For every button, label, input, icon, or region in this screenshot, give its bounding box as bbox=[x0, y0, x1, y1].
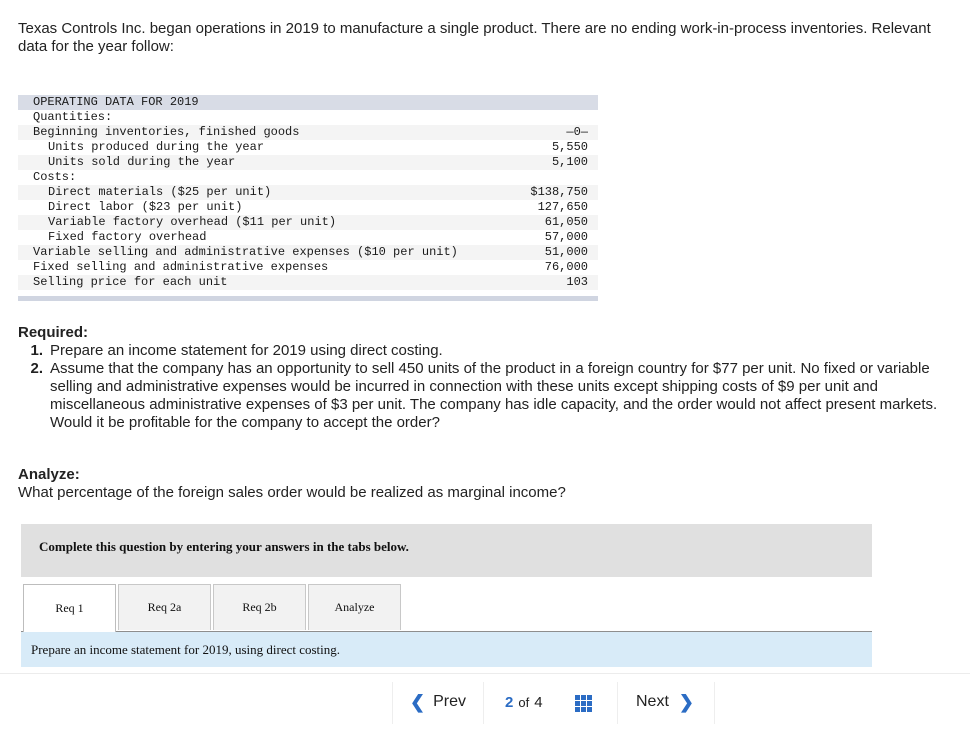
pager: ❮ Prev 2 of 4 Next ❯ bbox=[0, 680, 970, 724]
table-row: Variable selling and administrative expe… bbox=[18, 245, 598, 260]
row-value: 61,050 bbox=[468, 215, 598, 230]
tab-req-2a[interactable]: Req 2a bbox=[118, 584, 211, 630]
row-label: Quantities: bbox=[18, 110, 468, 125]
tab-analyze[interactable]: Analyze bbox=[308, 584, 401, 630]
table-row: Direct materials ($25 per unit) $138,750 bbox=[18, 185, 598, 200]
row-label: Fixed factory overhead bbox=[18, 230, 468, 245]
table-row: Units sold during the year 5,100 bbox=[18, 155, 598, 170]
table-row: Fixed selling and administrative expense… bbox=[18, 260, 598, 275]
table-row: Direct labor ($23 per unit) 127,650 bbox=[18, 200, 598, 215]
row-label: Beginning inventories, finished goods bbox=[18, 125, 468, 140]
table-row: Units produced during the year 5,550 bbox=[18, 140, 598, 155]
table-row: Quantities: bbox=[18, 110, 598, 125]
table-header: OPERATING DATA FOR 2019 bbox=[18, 95, 468, 110]
next-label: Next bbox=[636, 693, 669, 710]
operating-data-table: OPERATING DATA FOR 2019 Quantities: Begin… bbox=[18, 95, 598, 290]
table-header-row: OPERATING DATA FOR 2019 bbox=[18, 95, 598, 110]
total-pages: 4 bbox=[534, 693, 543, 711]
answer-tabs: Req 1 Req 2a Req 2b Analyze bbox=[21, 584, 872, 633]
pager-divider bbox=[0, 673, 970, 674]
row-label: Variable selling and administrative expe… bbox=[18, 245, 468, 260]
required-title: Required: bbox=[18, 324, 89, 341]
row-value bbox=[468, 110, 598, 125]
analyze-question: What percentage of the foreign sales ord… bbox=[18, 484, 566, 501]
of-label: of bbox=[518, 694, 530, 710]
row-value: 57,000 bbox=[468, 230, 598, 245]
tab-description: Prepare an income statement for 2019, us… bbox=[31, 642, 341, 657]
page-indicator[interactable]: 2 of 4 bbox=[505, 680, 543, 724]
required-item-number: 1. bbox=[30, 342, 43, 359]
required-item-2: 2. Assume that the company has an opport… bbox=[18, 360, 958, 432]
prev-button[interactable]: ❮ Prev bbox=[410, 680, 466, 724]
required-item-text: Prepare an income statement for 2019 usi… bbox=[50, 342, 443, 359]
row-value: 5,550 bbox=[468, 140, 598, 155]
pager-separator bbox=[483, 682, 484, 724]
analyze-section: Analyze: What percentage of the foreign … bbox=[18, 466, 918, 502]
row-value: —0— bbox=[468, 125, 598, 140]
table-row: Beginning inventories, finished goods —0— bbox=[18, 125, 598, 140]
chevron-right-icon: ❯ bbox=[678, 691, 694, 712]
table-row: Variable factory overhead ($11 per unit)… bbox=[18, 215, 598, 230]
instruction-text: Complete this question by entering your … bbox=[39, 539, 409, 554]
required-item-text: Assume that the company has an opportuni… bbox=[50, 360, 938, 431]
required-item-1: 1. Prepare an income statement for 2019 … bbox=[18, 342, 958, 360]
required-section: Required: 1. Prepare an income statement… bbox=[18, 324, 958, 432]
row-value: 127,650 bbox=[468, 200, 598, 215]
row-value: 51,000 bbox=[468, 245, 598, 260]
row-label: Direct labor ($23 per unit) bbox=[18, 200, 468, 215]
prev-label: Prev bbox=[433, 693, 466, 710]
row-value: 76,000 bbox=[468, 260, 598, 275]
pager-separator bbox=[714, 682, 715, 724]
tab-req-1[interactable]: Req 1 bbox=[23, 584, 116, 632]
required-item-number: 2. bbox=[30, 360, 43, 377]
problem-intro: Texas Controls Inc. began operations in … bbox=[18, 20, 931, 55]
row-value: 103 bbox=[468, 275, 598, 290]
row-label: Variable factory overhead ($11 per unit) bbox=[18, 215, 468, 230]
chevron-left-icon: ❮ bbox=[410, 691, 426, 712]
row-label: Units sold during the year bbox=[18, 155, 468, 170]
row-label: Fixed selling and administrative expense… bbox=[18, 260, 468, 275]
analyze-title: Analyze: bbox=[18, 466, 80, 483]
tab-req-2b[interactable]: Req 2b bbox=[213, 584, 306, 630]
instruction-banner: Complete this question by entering your … bbox=[21, 524, 872, 577]
table-bottom-border bbox=[18, 296, 598, 301]
tab-description-panel: Prepare an income statement for 2019, us… bbox=[21, 632, 872, 667]
row-label: Selling price for each unit bbox=[18, 275, 468, 290]
row-value bbox=[468, 170, 598, 185]
row-value: 5,100 bbox=[468, 155, 598, 170]
pager-separator bbox=[617, 682, 618, 724]
current-page: 2 bbox=[505, 693, 514, 711]
pager-separator bbox=[392, 682, 393, 724]
table-row: Fixed factory overhead 57,000 bbox=[18, 230, 598, 245]
next-button[interactable]: Next ❯ bbox=[636, 680, 694, 724]
grid-icon[interactable] bbox=[575, 695, 592, 712]
row-label: Costs: bbox=[18, 170, 468, 185]
table-row: Selling price for each unit 103 bbox=[18, 275, 598, 290]
table-row: Costs: bbox=[18, 170, 598, 185]
row-value: $138,750 bbox=[468, 185, 598, 200]
row-label: Direct materials ($25 per unit) bbox=[18, 185, 468, 200]
row-label: Units produced during the year bbox=[18, 140, 468, 155]
